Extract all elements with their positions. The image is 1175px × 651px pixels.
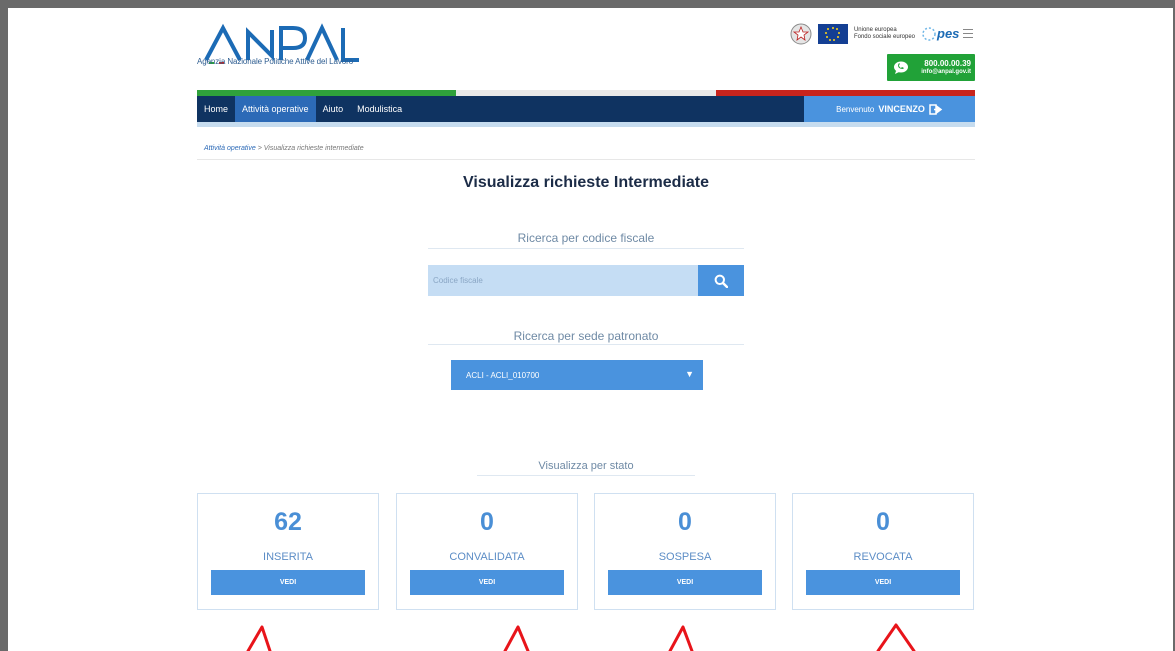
pes-logo-icon: pes — [922, 26, 973, 41]
vedi-sospesa-button[interactable]: VEDI — [608, 570, 762, 595]
breadcrumb-divider — [197, 159, 975, 160]
chat-phone-icon — [894, 61, 908, 74]
nav-underline — [197, 122, 975, 127]
search-icon — [714, 274, 728, 288]
search-button[interactable] — [698, 265, 744, 296]
user-menu[interactable]: Benvenuto VINCENZO — [804, 96, 975, 122]
search-cf-divider — [428, 248, 744, 249]
sede-patronato-select[interactable]: ACLI - ACLI_010700 ▼ — [451, 360, 703, 390]
italian-emblem-icon — [790, 23, 812, 45]
status-count: 0 — [480, 508, 494, 536]
nav-item-aiuto[interactable]: Aiuto — [316, 96, 351, 122]
page-title: Visualizza richieste Intermediate — [462, 174, 710, 191]
user-name: VINCENZO — [878, 104, 925, 114]
search-cf-group — [428, 265, 744, 296]
svg-text:pes: pes — [936, 26, 959, 41]
nav-item-home[interactable]: Home — [197, 96, 235, 122]
codice-fiscale-input[interactable] — [428, 265, 698, 296]
logout-icon[interactable] — [929, 103, 943, 115]
vedi-revocata-button[interactable]: VEDI — [806, 570, 960, 595]
status-label: INSERITA — [263, 551, 313, 563]
status-card-sospesa: 0 SOSPESA VEDI — [594, 493, 776, 610]
welcome-text: Benvenuto — [836, 104, 875, 114]
nav-item-modulistica[interactable]: Modulistica — [350, 96, 409, 122]
page-container: Agenzia Nazionale Politiche Attive del L… — [197, 8, 975, 651]
status-count: 62 — [274, 508, 302, 536]
status-card-revocata: 0 REVOCATA VEDI — [792, 493, 974, 610]
search-cf-label: Ricerca per codice fiscale — [517, 231, 655, 245]
search-sede-label: Ricerca per sede patronato — [513, 329, 659, 343]
breadcrumb: Attività operative > Visualizza richiest… — [204, 145, 364, 152]
breadcrumb-link-attivita[interactable]: Attività operative — [204, 145, 256, 152]
vedi-inserita-button[interactable]: VEDI — [211, 570, 365, 595]
search-sede-divider — [428, 344, 744, 345]
status-cards: 62 INSERITA VEDI 0 CONVALIDATA VEDI 0 SO… — [197, 493, 975, 610]
vedi-convalidata-button[interactable]: VEDI — [410, 570, 564, 595]
contact-box[interactable]: 800.00.00.39 info@anpal.gov.it — [887, 54, 975, 81]
contact-email: info@anpal.gov.it — [921, 69, 971, 75]
logo-subtitle: Agenzia Nazionale Politiche Attive del L… — [197, 57, 354, 66]
stato-label: Visualizza per stato — [538, 460, 634, 472]
eu-fund-text: Unione europea Fondo sociale europeo — [853, 27, 915, 40]
status-label: REVOCATA — [853, 551, 913, 563]
status-card-convalidata: 0 CONVALIDATA VEDI — [396, 493, 578, 610]
anpal-logo[interactable] — [197, 22, 397, 84]
breadcrumb-current: Visualizza richieste intermediate — [263, 145, 364, 152]
status-count: 0 — [678, 508, 692, 536]
stato-divider — [477, 475, 695, 476]
nav-item-attivita-operative[interactable]: Attività operative — [235, 96, 316, 122]
dropdown-arrow-icon: ▼ — [685, 369, 694, 379]
breadcrumb-separator: > — [257, 145, 262, 152]
eu-flag-icon — [817, 24, 848, 44]
status-label: SOSPESA — [658, 551, 712, 563]
main-nav: Home Attività operative Aiuto Modulistic… — [197, 96, 975, 122]
sede-selected-value: ACLI - ACLI_010700 — [466, 370, 540, 380]
status-label: CONVALIDATA — [449, 551, 525, 563]
phone-number: 800.00.00.39 — [924, 59, 971, 68]
institution-logos: Unione europea Fondo sociale europeo pes — [790, 22, 975, 46]
status-count: 0 — [876, 508, 890, 536]
status-card-inserita: 62 INSERITA VEDI — [197, 493, 379, 610]
